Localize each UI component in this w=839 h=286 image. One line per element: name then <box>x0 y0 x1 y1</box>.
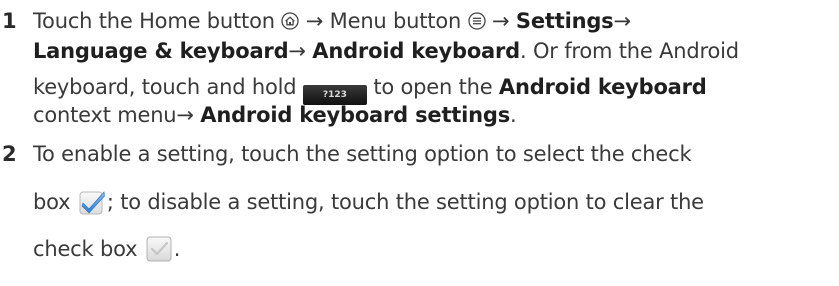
step-1-line-1: Touch the Home button → Menu button → Se… <box>33 6 631 36</box>
step-text: Touch the Home button <box>33 9 282 33</box>
step-text: to open the <box>366 75 499 99</box>
step-text: context menu <box>33 103 177 127</box>
step-text: ; to disable a setting, touch the settin… <box>106 190 704 214</box>
step-text: box <box>33 190 77 214</box>
arrow-icon: → <box>176 103 201 127</box>
step-2-line-2: box ; to disable a setting, touch the se… <box>33 186 704 216</box>
menu-icon <box>467 12 486 30</box>
cleared-checkbox-icon <box>146 236 172 262</box>
android-keyboard-label: Android keyboard <box>312 39 521 63</box>
step-1-line-3: keyboard, touch and hold ?123 to open th… <box>33 72 707 105</box>
step-text: keyboard, touch and hold <box>33 75 303 99</box>
language-keyboard-label: Language & keyboard <box>33 39 289 63</box>
step-text: . <box>173 237 181 261</box>
step-text: . Or from the Android <box>520 39 739 63</box>
arrow-icon: → <box>288 39 313 63</box>
step-text: check box <box>33 237 144 261</box>
home-icon <box>281 12 299 30</box>
checked-checkbox-icon <box>79 191 105 215</box>
step-1-line-2: Language & keyboard→ Android keyboard. O… <box>33 36 739 66</box>
android-keyboard-label: Android keyboard <box>498 75 707 99</box>
arrow-icon: → <box>613 9 631 33</box>
step-text: . <box>510 103 517 127</box>
step-1-line-4: context menu→ Android keyboard settings. <box>33 100 517 130</box>
step-text: → Menu button <box>299 9 468 33</box>
step-text: → <box>485 9 516 33</box>
settings-label: Settings <box>515 9 614 33</box>
step-text: To enable a setting, touch the setting o… <box>33 142 692 166</box>
step-2-line-3: check box . <box>33 233 180 263</box>
keyboard-settings-label: Android keyboard settings <box>200 103 511 127</box>
step-2-line-1: To enable a setting, touch the setting o… <box>33 139 692 169</box>
step-number: 2 <box>2 142 17 166</box>
step-number: 1 <box>2 9 17 33</box>
